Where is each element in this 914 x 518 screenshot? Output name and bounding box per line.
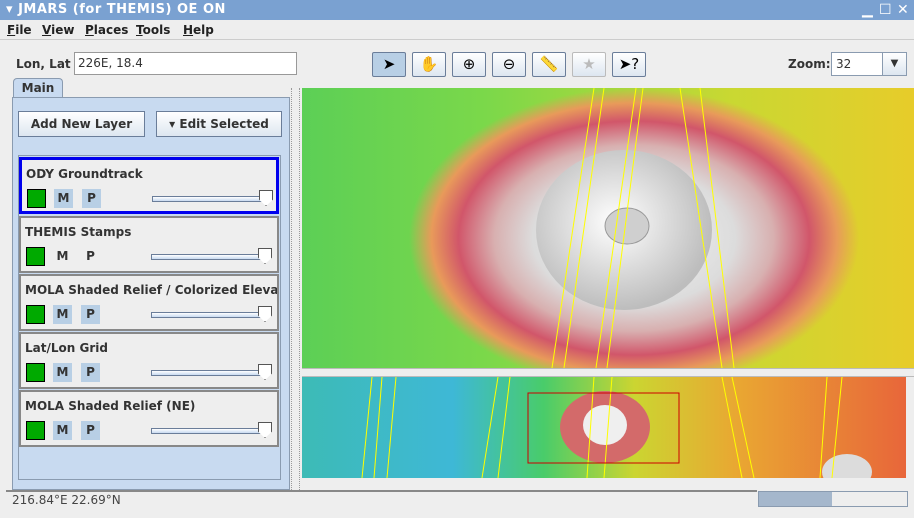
panner-view-toggle[interactable]: P <box>81 305 100 324</box>
menu-bar: File View Places Tools Help <box>0 20 914 40</box>
main-view-toggle[interactable]: M <box>53 247 72 266</box>
progress-bar <box>758 491 908 507</box>
ruler-icon: 📏 <box>539 55 559 73</box>
main-map-graphic <box>409 88 859 368</box>
main-view-toggle[interactable]: M <box>53 363 72 382</box>
layer-card[interactable]: ODY Groundtrack M P <box>19 157 279 214</box>
map-divider[interactable] <box>302 368 914 377</box>
splitter-handle[interactable] <box>291 88 300 490</box>
add-new-layer-button[interactable]: Add New Layer <box>18 111 145 137</box>
opacity-slider[interactable] <box>151 370 267 376</box>
panner-view-toggle[interactable]: P <box>81 421 100 440</box>
select-arrow-icon: ➤ <box>382 55 396 73</box>
layer-color-swatch[interactable] <box>26 305 45 324</box>
maximize-icon[interactable]: ☐ <box>879 0 892 20</box>
select-arrow-tool-button[interactable]: ➤ <box>372 52 406 77</box>
title-bar: ▾ JMARS (for THEMIS) OE ON ▁ ☐ ✕ <box>0 0 914 20</box>
edit-selected-button[interactable]: ▾ Edit Selected <box>156 111 282 137</box>
menu-help[interactable]: Help <box>183 23 214 37</box>
layer-name: ODY Groundtrack <box>26 167 143 181</box>
zoom-in-tool-button[interactable]: ⊕ <box>452 52 486 77</box>
progress-fill <box>759 492 832 506</box>
status-coordinates: 216.84°E 22.69°N <box>6 490 757 508</box>
zoom-select[interactable]: 32 ▼ <box>831 52 907 76</box>
opacity-slider[interactable] <box>151 428 267 434</box>
zoom-value: 32 <box>836 57 852 71</box>
overview-map-graphic <box>361 377 872 478</box>
menu-view[interactable]: View <box>42 23 74 37</box>
tab-main[interactable]: Main <box>13 78 63 98</box>
layer-color-swatch[interactable] <box>26 421 45 440</box>
zoom-out-tool-button[interactable]: ⊖ <box>492 52 526 77</box>
layer-card[interactable]: Lat/Lon Grid M P <box>19 332 279 389</box>
zoom-in-icon: ⊕ <box>462 55 476 73</box>
window-title: JMARS (for THEMIS) OE ON <box>18 2 226 17</box>
overview-edge <box>906 377 914 478</box>
help-pointer-tool-button[interactable]: ➤? <box>612 52 646 77</box>
opacity-slider-thumb[interactable] <box>258 364 272 380</box>
lon-lat-input[interactable]: 226E, 18.4 <box>74 52 297 75</box>
menu-places[interactable]: Places <box>85 23 128 37</box>
layer-color-swatch[interactable] <box>26 363 45 382</box>
main-view-toggle[interactable]: M <box>53 305 72 324</box>
pan-hand-tool-button[interactable]: ✋ <box>412 52 446 77</box>
layer-card[interactable]: MOLA Shaded Relief (NE) M P <box>19 390 279 447</box>
zoom-out-icon: ⊖ <box>502 55 516 73</box>
star-icon: ★ <box>582 55 596 73</box>
opacity-slider-thumb[interactable] <box>258 306 272 322</box>
panner-view-toggle[interactable]: P <box>82 189 101 208</box>
layer-name: THEMIS Stamps <box>25 225 132 239</box>
panner-view-toggle[interactable]: P <box>81 247 100 266</box>
caret-down-icon: ▾ <box>169 117 180 131</box>
help-pointer-icon: ➤? <box>618 55 640 73</box>
opacity-slider-thumb[interactable] <box>258 248 272 264</box>
layer-name: MOLA Shaded Relief / Colorized Elevati..… <box>25 283 277 297</box>
main-map-view[interactable] <box>302 88 914 368</box>
panner-view-toggle[interactable]: P <box>81 363 100 382</box>
layer-name: MOLA Shaded Relief (NE) <box>25 399 196 413</box>
menu-file[interactable]: File <box>7 23 32 37</box>
layer-card[interactable]: THEMIS Stamps M P <box>19 216 279 273</box>
main-view-toggle[interactable]: M <box>53 421 72 440</box>
close-icon[interactable]: ✕ <box>897 0 909 20</box>
layer-name: Lat/Lon Grid <box>25 341 108 355</box>
layer-color-swatch[interactable] <box>27 189 46 208</box>
opacity-slider[interactable] <box>151 312 267 318</box>
edit-selected-label: Edit Selected <box>179 117 269 131</box>
zoom-label: Zoom: <box>788 57 831 71</box>
opacity-slider-thumb[interactable] <box>258 422 272 438</box>
opacity-slider[interactable] <box>152 196 268 202</box>
main-view-toggle[interactable]: M <box>54 189 73 208</box>
overview-map[interactable] <box>302 377 906 478</box>
layer-card[interactable]: MOLA Shaded Relief / Colorized Elevati..… <box>19 274 279 331</box>
window-menu-icon[interactable]: ▾ <box>6 2 18 17</box>
chevron-down-icon[interactable]: ▼ <box>882 53 906 75</box>
lon-lat-label: Lon, Lat <box>16 57 71 71</box>
minimize-icon[interactable]: ▁ <box>862 0 873 20</box>
opacity-slider[interactable] <box>151 254 267 260</box>
menu-tools[interactable]: Tools <box>136 23 170 37</box>
layer-color-swatch[interactable] <box>26 247 45 266</box>
ruler-tool-button[interactable]: 📏 <box>532 52 566 77</box>
pan-hand-icon: ✋ <box>419 55 439 73</box>
opacity-slider-thumb[interactable] <box>259 190 273 206</box>
star-tool-button[interactable]: ★ <box>572 52 606 77</box>
